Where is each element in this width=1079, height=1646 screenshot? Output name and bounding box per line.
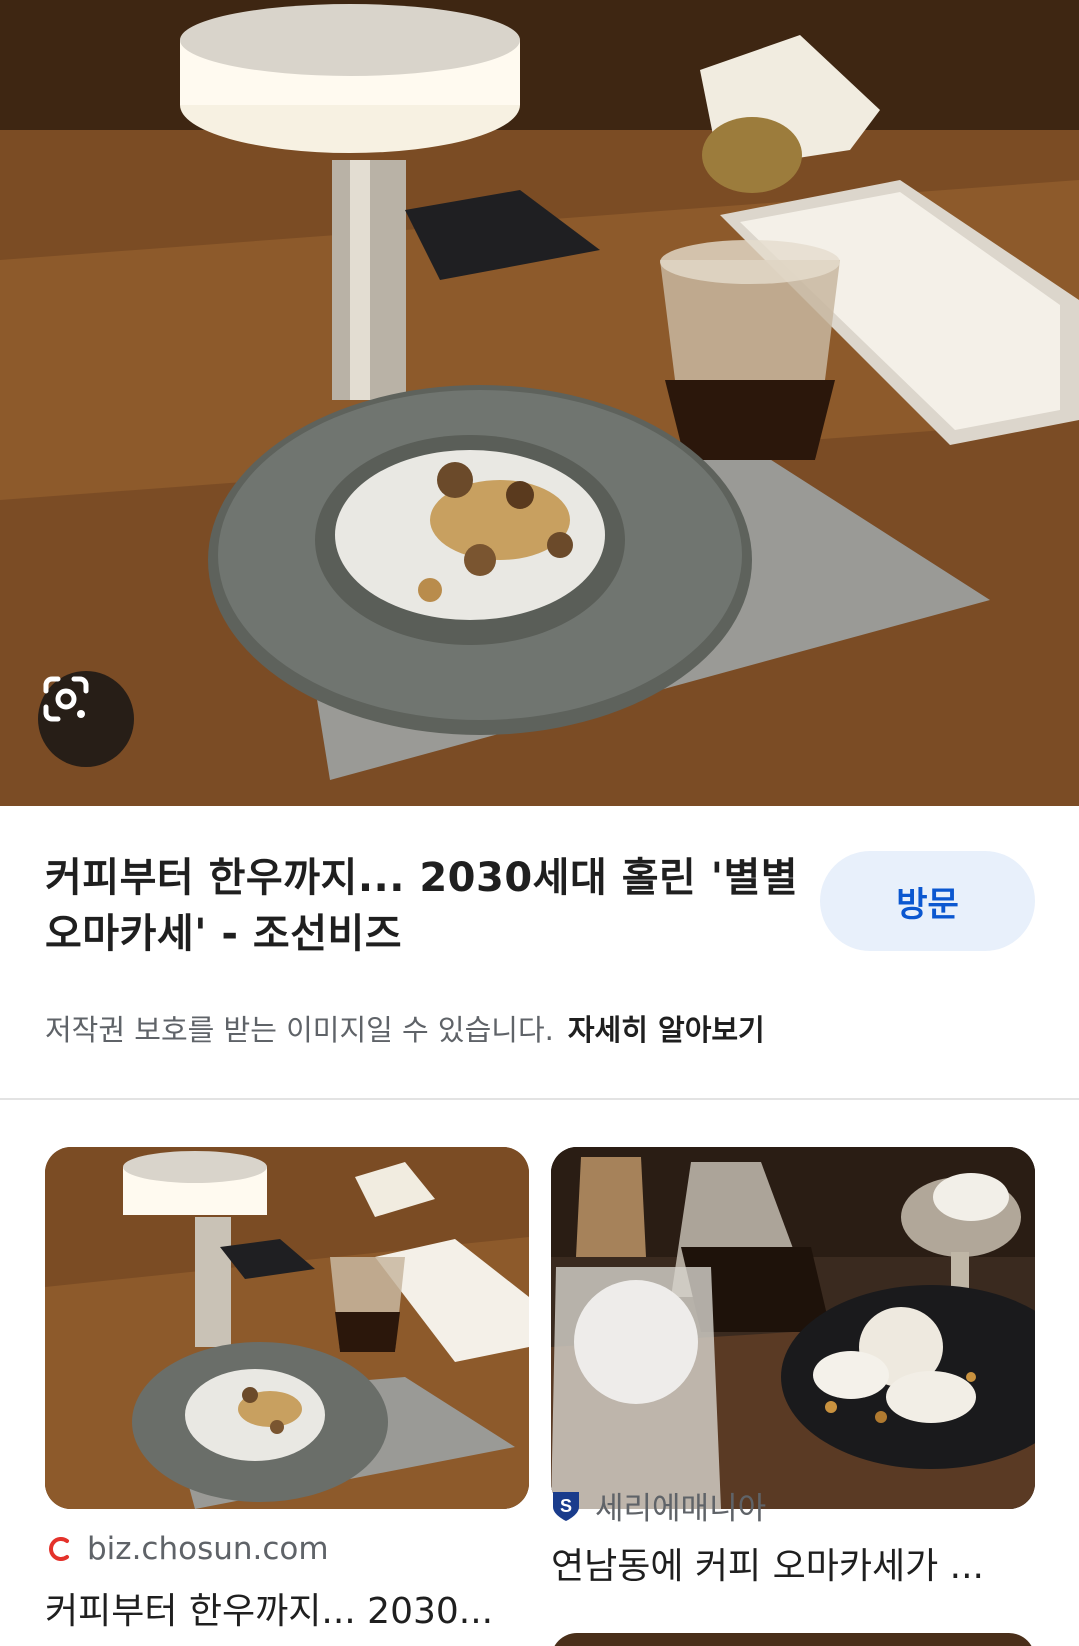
main-image[interactable]	[0, 0, 1079, 806]
related-source-2[interactable]: S 세리에매니아	[551, 1483, 766, 1528]
related-source-1[interactable]: biz.chosun.com	[45, 1531, 329, 1567]
google-lens-button[interactable]	[38, 671, 134, 767]
related-image-3[interactable]	[551, 1633, 1035, 1646]
visit-button[interactable]: 방문	[820, 851, 1035, 951]
copyright-notice: 저작권 보호를 받는 이미지일 수 있습니다. 자세히 알아보기	[45, 1010, 765, 1050]
result-title[interactable]: 커피부터 한우까지... 2030세대 홀린 '별별 오마카세' - 조선비즈	[45, 850, 805, 962]
related-source-1-label: biz.chosun.com	[87, 1531, 329, 1567]
learn-more-link[interactable]: 자세히 알아보기	[568, 1013, 765, 1047]
related-title-1[interactable]: 커피부터 한우까지... 2030...	[45, 1582, 529, 1634]
main-image-illustration	[0, 0, 1079, 806]
related-image-1-illustration	[45, 1147, 529, 1509]
result-info: 커피부터 한우까지... 2030세대 홀린 '별별 오마카세' - 조선비즈	[45, 850, 805, 962]
google-lens-icon	[43, 676, 89, 722]
related-title-2[interactable]: 연남동에 커피 오마카세가 ...	[551, 1537, 1035, 1589]
related-image-2[interactable]	[551, 1147, 1035, 1509]
shield-letter-s: S	[560, 1496, 572, 1516]
related-image-1[interactable]	[45, 1147, 529, 1509]
related-image-2-illustration	[551, 1147, 1035, 1509]
seriemania-shield-icon: S	[553, 1491, 579, 1521]
related-source-2-label: 세리에매니아	[595, 1491, 767, 1527]
copyright-text: 저작권 보호를 받는 이미지일 수 있습니다.	[45, 1013, 554, 1047]
chosun-logo-icon	[49, 1537, 69, 1561]
section-divider	[0, 1098, 1079, 1100]
